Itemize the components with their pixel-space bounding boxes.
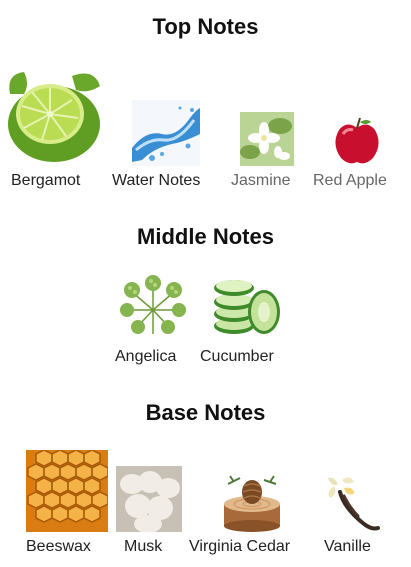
note-label: Water Notes	[112, 172, 201, 189]
note-label: Red Apple	[313, 172, 387, 189]
note-label: Virginia Cedar	[189, 538, 291, 555]
note-label: Vanille	[324, 538, 371, 555]
cedar-log-icon	[220, 474, 284, 532]
note-label: Beeswax	[26, 538, 91, 555]
cucumber-slices-icon	[212, 276, 282, 338]
note-label: Musk	[124, 538, 163, 555]
note-label: Cucumber	[200, 348, 274, 365]
note-label: Jasmine	[231, 172, 291, 189]
base-notes-title: Base Notes	[145, 400, 266, 425]
note-label: Bergamot	[11, 172, 81, 189]
jasmine-flower-icon	[240, 112, 294, 166]
bergamot-lime-icon	[2, 64, 102, 164]
middle-notes-title: Middle Notes	[137, 224, 274, 249]
note-label: Angelica	[115, 348, 177, 365]
honeycomb-icon	[26, 449, 109, 532]
vanilla-flower-icon	[320, 474, 380, 532]
red-apple-icon	[333, 116, 381, 166]
musk-cotton-icon	[116, 466, 182, 533]
angelica-plant-icon	[120, 274, 186, 342]
water-splash-icon	[132, 100, 200, 166]
top-notes-title: Top Notes	[152, 14, 259, 39]
